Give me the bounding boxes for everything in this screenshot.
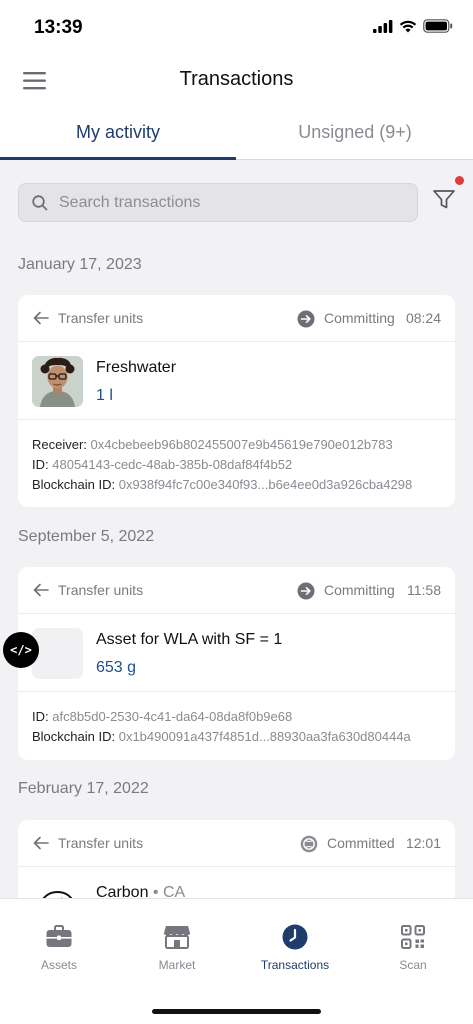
transaction-type: Transfer units xyxy=(58,310,144,326)
filter-icon xyxy=(433,190,455,209)
transaction-time: 11:58 xyxy=(407,582,441,598)
filter-button[interactable] xyxy=(431,176,464,216)
arrow-right-circle-icon xyxy=(297,310,315,328)
nav-assets-label: Assets xyxy=(40,958,77,972)
page-title: Transactions xyxy=(179,68,294,90)
date-header: January 17, 2023 xyxy=(18,256,142,273)
globe-icon xyxy=(300,835,318,853)
transaction-status: Committing xyxy=(324,582,395,598)
transaction-card[interactable]: Transfer units Committing 11:58 Asset fo… xyxy=(18,567,455,760)
arrow-left-icon xyxy=(33,311,49,325)
asset-row: Freshwater 1 l xyxy=(18,342,455,420)
asset-row: Asset for WLA with SF = 1 653 g xyxy=(18,614,455,692)
id-label: ID: xyxy=(32,457,49,472)
bottom-navigation: Assets Market Transactions Scan xyxy=(0,898,473,1024)
transaction-details: Receiver: 0x4cbebeeb96b802455007e9b45619… xyxy=(18,420,455,507)
tab-unsigned[interactable]: Unsigned (9+) xyxy=(237,106,473,160)
search-icon xyxy=(32,195,48,211)
home-indicator xyxy=(152,1009,321,1014)
nav-transactions[interactable]: Transactions xyxy=(236,899,354,989)
id-line: ID: 48054143-cedc-48ab-385b-08daf84f4b52 xyxy=(32,455,441,475)
tab-bar: My activity Unsigned (9+) xyxy=(0,106,473,160)
date-header: February 17, 2022 xyxy=(18,780,149,797)
filter-notification-dot xyxy=(455,176,464,185)
status-bar: 13:39 xyxy=(0,0,473,56)
signal-icon xyxy=(373,19,393,33)
transaction-card[interactable]: Transfer units Committing 08:24 Freshwat… xyxy=(18,295,455,507)
transaction-header: Transfer units Committing 08:24 xyxy=(18,295,455,342)
receiver-label: Receiver: xyxy=(32,437,87,452)
transaction-id: 48054143-cedc-48ab-385b-08daf84f4b52 xyxy=(52,457,293,472)
asset-image-placeholder xyxy=(32,628,83,679)
asset-name: Freshwater xyxy=(96,359,177,376)
asset-quantity: 653 g xyxy=(96,659,137,676)
transaction-header: Transfer units Committed 12:01 xyxy=(18,820,455,867)
search-input[interactable] xyxy=(59,184,409,221)
nav-assets[interactable]: Assets xyxy=(0,899,118,989)
transaction-time: 12:01 xyxy=(405,835,441,851)
blockchain-id-line: Blockchain ID: 0x938f94fc7c00e340f93...b… xyxy=(32,475,441,495)
id-label: ID: xyxy=(32,709,49,724)
qr-code-icon xyxy=(401,925,425,949)
asset-name: Asset for WLA with SF = 1 xyxy=(96,631,283,648)
transaction-time: 08:24 xyxy=(405,310,441,326)
transaction-header: Transfer units Committing 11:58 xyxy=(18,567,455,614)
arrow-left-icon xyxy=(33,836,49,850)
blockchain-id: 0x938f94fc7c00e340f93...b6e4ee0d3a926cba… xyxy=(118,477,413,492)
receiver-line: Receiver: 0x4cbebeeb96b802455007e9b45619… xyxy=(32,435,441,455)
blockchain-id: 0x1b490091a437f4851d...88930aa3fa630d804… xyxy=(118,729,411,744)
tab-my-activity[interactable]: My activity xyxy=(0,106,236,160)
transaction-details: ID: afc8b5d0-2530-4c41-da64-08da8f0b9e68… xyxy=(18,692,455,760)
status-icons xyxy=(373,19,453,33)
clock-icon xyxy=(282,924,308,950)
nav-market[interactable]: Market xyxy=(118,899,236,989)
transaction-status: Committing xyxy=(324,310,395,326)
arrow-left-icon xyxy=(33,583,49,597)
id-line: ID: afc8b5d0-2530-4c41-da64-08da8f0b9e68 xyxy=(32,707,441,727)
arrow-right-circle-icon xyxy=(297,582,315,600)
asset-image xyxy=(32,356,83,407)
wifi-icon xyxy=(399,20,417,32)
blockchain-id-line: Blockchain ID: 0x1b490091a437f4851d...88… xyxy=(32,727,441,747)
transaction-type: Transfer units xyxy=(58,582,144,598)
nav-market-label: Market xyxy=(158,958,196,972)
status-time: 13:39 xyxy=(34,17,83,38)
transaction-status: Committed xyxy=(327,835,395,851)
dev-tools-badge[interactable]: </> xyxy=(3,632,39,668)
store-icon xyxy=(163,926,191,949)
blockchain-id-label: Blockchain ID: xyxy=(32,729,116,744)
battery-icon xyxy=(423,19,453,33)
app-header: Transactions xyxy=(0,56,473,106)
nav-scan[interactable]: Scan xyxy=(354,899,472,989)
date-header: September 5, 2022 xyxy=(18,528,155,545)
transaction-id: afc8b5d0-2530-4c41-da64-08da8f0b9e68 xyxy=(52,709,293,724)
briefcase-icon xyxy=(46,925,72,947)
nav-transactions-label: Transactions xyxy=(260,958,330,972)
receiver-address: 0x4cbebeeb96b802455007e9b45619e790e012b7… xyxy=(90,437,393,452)
blockchain-id-label: Blockchain ID: xyxy=(32,477,116,492)
asset-quantity: 1 l xyxy=(96,387,113,404)
search-bar xyxy=(18,183,418,222)
nav-scan-label: Scan xyxy=(399,958,427,972)
transaction-type: Transfer units xyxy=(58,835,144,851)
